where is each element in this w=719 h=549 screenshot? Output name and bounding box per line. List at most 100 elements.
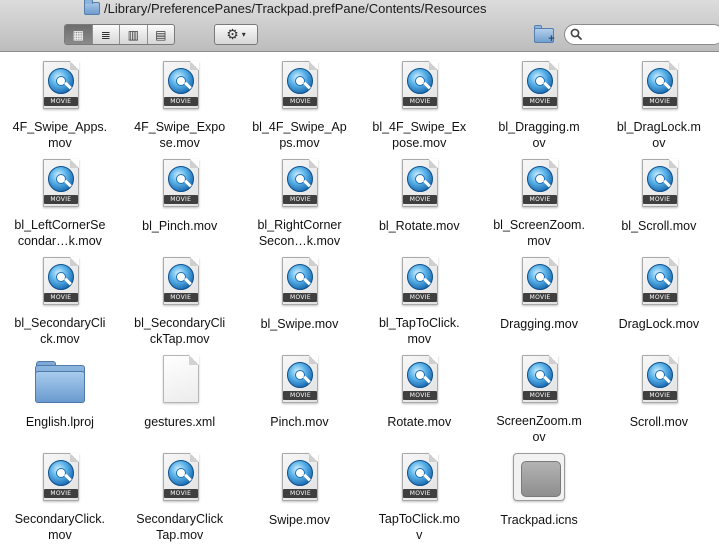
movie-file-icon: MOVIE xyxy=(632,255,686,309)
file-item[interactable]: MOVIE bl_4F_Swipe_Ex pose.mov xyxy=(359,53,479,151)
movie-badge: MOVIE xyxy=(283,391,318,400)
file-item[interactable]: MOVIE bl_4F_Swipe_Ap ps.mov xyxy=(240,53,360,151)
file-item[interactable]: MOVIE bl_Rotate.mov xyxy=(359,151,479,249)
movie-badge: MOVIE xyxy=(403,97,438,106)
movie-file-icon: MOVIE xyxy=(392,255,446,308)
file-name-label: TapToClick.mo v xyxy=(378,512,460,542)
movie-file-icon: MOVIE xyxy=(632,157,686,211)
file-item[interactable]: MOVIE Pinch.mov xyxy=(240,347,360,445)
movie-badge: MOVIE xyxy=(403,489,438,498)
column-view-button[interactable]: ▥ xyxy=(120,25,148,44)
file-name-label: bl_Pinch.mov xyxy=(142,219,218,233)
movie-file-icon: MOVIE xyxy=(33,157,87,210)
file-icon-grid: MOVIE 4F_Swipe_Apps. mov MOVIE 4F_Swipe_Exp… xyxy=(0,53,719,549)
movie-badge: MOVIE xyxy=(163,195,198,204)
file-item[interactable]: MOVIE bl_SecondaryCli ckTap.mov xyxy=(120,249,240,347)
movie-file-icon: MOVIE xyxy=(512,59,566,112)
file-name-label: bl_Scroll.mov xyxy=(621,219,697,233)
file-item[interactable]: MOVIE DragLock.mov xyxy=(599,249,719,347)
file-item[interactable]: MOVIE bl_Pinch.mov xyxy=(120,151,240,249)
file-name-label: bl_ScreenZoom. mov xyxy=(493,218,585,248)
file-name-label: bl_Dragging.m ov xyxy=(498,120,580,150)
file-item[interactable]: gestures.xml xyxy=(120,347,240,445)
file-item[interactable]: MOVIE Rotate.mov xyxy=(359,347,479,445)
movie-file-icon: MOVIE xyxy=(632,353,686,407)
movie-badge: MOVIE xyxy=(642,293,677,302)
movie-badge: MOVIE xyxy=(642,97,677,106)
movie-file-icon: MOVIE xyxy=(272,157,326,210)
document-icon xyxy=(153,353,207,407)
movie-badge: MOVIE xyxy=(523,195,558,204)
movie-file-icon: MOVIE xyxy=(33,451,87,504)
file-name-label: bl_4F_Swipe_Ex pose.mov xyxy=(372,120,467,150)
movie-badge: MOVIE xyxy=(163,489,198,498)
file-name-label: DragLock.mov xyxy=(618,317,700,331)
file-name-label: Trackpad.icns xyxy=(500,513,578,527)
path-bar: /Library/PreferencePanes/Trackpad.prefPa… xyxy=(84,0,487,16)
file-item[interactable]: MOVIE Dragging.mov xyxy=(479,249,599,347)
movie-file-icon: MOVIE xyxy=(392,59,446,112)
movie-file-icon: MOVIE xyxy=(153,59,207,112)
movie-file-icon: MOVIE xyxy=(632,59,686,112)
file-item[interactable]: MOVIE bl_TapToClick. mov xyxy=(359,249,479,347)
file-item[interactable]: MOVIE bl_SecondaryCli ck.mov xyxy=(0,249,120,347)
file-item[interactable]: MOVIE bl_DragLock.m ov xyxy=(599,53,719,151)
movie-file-icon: MOVIE xyxy=(392,353,446,407)
file-item[interactable]: English.lproj xyxy=(0,347,120,445)
file-name-label: bl_4F_Swipe_Ap ps.mov xyxy=(252,120,347,150)
file-name-label: English.lproj xyxy=(25,415,94,429)
movie-file-icon: MOVIE xyxy=(272,59,326,112)
movie-file-icon: MOVIE xyxy=(272,255,326,309)
movie-badge: MOVIE xyxy=(403,293,438,302)
file-name-label: 4F_Swipe_Expo se.mov xyxy=(134,120,226,150)
file-item[interactable]: MOVIE SecondaryClick. mov xyxy=(0,445,120,543)
file-name-label: Pinch.mov xyxy=(270,415,329,429)
file-item[interactable]: MOVIE Swipe.mov xyxy=(240,445,360,543)
movie-file-icon: MOVIE xyxy=(33,255,87,308)
file-name-label: bl_SecondaryCli ck.mov xyxy=(14,316,106,346)
path-text: /Library/PreferencePanes/Trackpad.prefPa… xyxy=(104,0,487,16)
file-item[interactable]: MOVIE 4F_Swipe_Expo se.mov xyxy=(120,53,240,151)
file-item[interactable]: MOVIE bl_Dragging.m ov xyxy=(479,53,599,151)
movie-file-icon: MOVIE xyxy=(512,157,566,210)
file-item[interactable]: MOVIE bl_RightCorner Secon…k.mov xyxy=(240,151,360,249)
file-item[interactable]: MOVIE SecondaryClick Tap.mov xyxy=(120,445,240,543)
file-item[interactable]: MOVIE bl_Scroll.mov xyxy=(599,151,719,249)
file-item[interactable]: MOVIE bl_LeftCornerSe condar…k.mov xyxy=(0,151,120,249)
icon-view-button[interactable]: ▦ xyxy=(65,25,93,44)
gear-icon: ⚙ xyxy=(226,26,239,42)
file-name-label: Rotate.mov xyxy=(387,415,452,429)
movie-badge: MOVIE xyxy=(403,195,438,204)
movie-badge: MOVIE xyxy=(43,195,78,204)
movie-badge: MOVIE xyxy=(403,391,438,400)
movie-badge: MOVIE xyxy=(523,97,558,106)
action-menu-button[interactable]: ⚙ ▾ xyxy=(214,24,258,45)
file-name-label: Swipe.mov xyxy=(268,513,331,527)
view-mode-buttons: ▦ ≣ ▥ ▤ xyxy=(64,24,175,45)
column-view-icon: ▥ xyxy=(127,27,139,42)
file-item[interactable]: MOVIE TapToClick.mo v xyxy=(359,445,479,543)
movie-file-icon: MOVIE xyxy=(272,353,326,407)
file-item[interactable]: MOVIE Scroll.mov xyxy=(599,347,719,445)
file-name-label: SecondaryClick. mov xyxy=(14,512,106,542)
file-item[interactable]: Trackpad.icns xyxy=(479,445,599,543)
file-name-label: bl_Swipe.mov xyxy=(260,317,339,331)
new-folder-button[interactable]: + xyxy=(532,23,558,45)
list-view-button[interactable]: ≣ xyxy=(93,25,120,44)
search-input[interactable] xyxy=(564,24,719,45)
file-item[interactable]: MOVIE bl_ScreenZoom. mov xyxy=(479,151,599,249)
file-item[interactable]: MOVIE ScreenZoom.m ov xyxy=(479,347,599,445)
movie-file-icon: MOVIE xyxy=(33,59,87,112)
movie-file-icon: MOVIE xyxy=(512,353,566,406)
movie-file-icon: MOVIE xyxy=(512,255,566,309)
folder-icon xyxy=(84,0,100,15)
file-name-label: bl_RightCorner Secon…k.mov xyxy=(257,218,342,248)
file-item[interactable]: MOVIE 4F_Swipe_Apps. mov xyxy=(0,53,120,151)
movie-badge: MOVIE xyxy=(43,293,78,302)
file-name-label: bl_Rotate.mov xyxy=(378,219,460,233)
coverflow-view-button[interactable]: ▤ xyxy=(148,25,175,44)
file-item[interactable]: MOVIE bl_Swipe.mov xyxy=(240,249,360,347)
movie-badge: MOVIE xyxy=(163,97,198,106)
movie-badge: MOVIE xyxy=(642,195,677,204)
chevron-down-icon: ▾ xyxy=(241,30,246,39)
